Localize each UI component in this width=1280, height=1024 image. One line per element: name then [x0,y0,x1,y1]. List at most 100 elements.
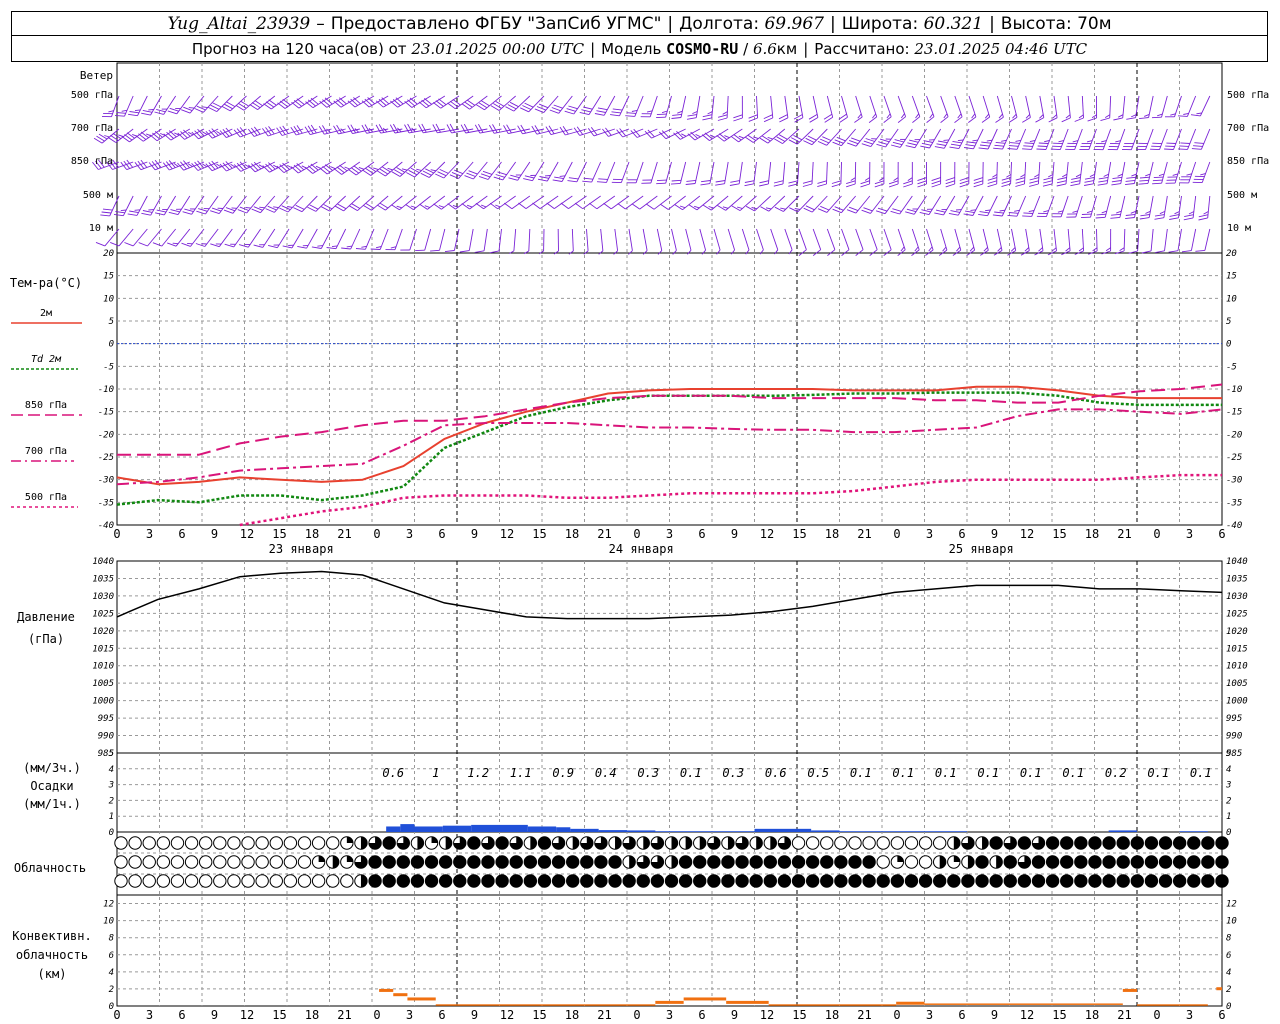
wind-barb-feather [893,177,899,181]
cloud-fill [820,874,833,888]
wind-barb-staff [982,228,989,251]
wind-barb-staff [812,95,819,118]
cloud-fill [538,836,551,850]
precip-tick-label-right: 3 [1225,781,1231,791]
cloud-cover-symbol [1031,874,1046,888]
wind-barb-feather [874,180,885,185]
wind-barb-staff [1174,95,1182,117]
x-tick-label: 21 [337,527,351,541]
wind-barb-feather [1111,180,1122,183]
cloud-cover-symbol [467,855,481,869]
cloud-circle [170,855,185,869]
wind-barb-feather [564,110,574,115]
cloud-fill [445,836,452,850]
cloud-cover-symbol [735,836,749,850]
cloud-cover-symbol [382,836,396,850]
pressure-tick-label-left: 1030 [92,592,114,602]
wind-barb-feather [963,213,973,216]
cloud-fill [989,836,1003,850]
wind-barb-staff [996,161,998,185]
wind-barb [874,161,885,188]
legend-2m-label: 2м [40,308,52,319]
wind-barb [262,161,290,173]
cloud-circle [269,874,283,888]
wind-barb-feather [660,203,669,210]
wind-barb-feather [731,205,741,211]
wind-barb [1036,195,1055,218]
x-tick-label: 9 [731,527,738,541]
wind-barb [688,195,715,211]
legend-td-label: Td 2м [31,354,62,365]
wind-barb [730,128,757,143]
wind-barb-feather [672,113,682,116]
wind-barb-staff [558,95,573,114]
wind-barb-feather [259,206,265,209]
wind-barb [223,195,247,214]
wind-barb-feather [495,174,505,178]
wind-barb [1056,161,1069,187]
cloud-fill [756,836,763,850]
wind-barb-feather [537,178,548,182]
meteogram-chart: 0.6 1 1.2 1.1 0.9 0.4 0.3 0.1 0.3 0.6 0.5 0.1 0.1 0.1… [10,62,1269,1022]
wind-barb-staff [1109,95,1112,119]
wind-barb-feather [964,147,974,150]
precip-3h-label: 0.6 [382,766,404,780]
cloud-fill [1018,874,1031,888]
wind-barb-staff [897,228,906,250]
cloud-circle [184,874,199,888]
cloud-circle [283,855,298,869]
precip-tick-label-right: 5 [1226,749,1231,759]
wind-barb-staff [797,161,800,184]
cloud-fill [862,855,876,869]
wind-barb-feather [745,205,755,212]
pressure-tick-label-left: 995 [98,714,114,724]
wind-barb-feather [468,170,478,175]
wind-barb-feather [625,115,635,117]
wind-barb [319,161,346,175]
wind-barb-feather [1193,145,1203,147]
cloud-cover-symbol [114,836,128,850]
wind-barb [1070,161,1083,187]
wind-barb-feather [1138,182,1149,185]
wind-barb-feather [466,172,476,177]
wind-barb-feather [917,180,927,185]
wind-barb-feather [765,207,772,210]
wind-barb-feather [532,202,541,209]
wind-barb [1150,128,1168,151]
cloud-fill [1102,855,1116,869]
wind-barb-staff [413,195,431,210]
cloud-cover-symbol [989,855,1003,869]
temperature-tick-label-right: 15 [1226,272,1237,282]
wind-barb [890,128,913,148]
cloud-cover-symbol [255,836,269,850]
temperature-tick-label-right: -15 [1226,408,1242,418]
wind-barb-feather [554,176,564,180]
cloud-cover-symbol [438,874,453,888]
cloud-fill [552,874,565,888]
cloud-cover-symbol [1116,874,1130,888]
cloud-fill [749,855,763,869]
wind-barb [770,228,779,255]
temperature-tick-label-left: 0 [109,340,114,350]
convective-title-2: облачность [16,948,88,962]
wind-barb-staff [1079,161,1083,184]
convective-tick-label-left: 8 [109,934,114,944]
wind-barb [249,95,276,110]
cloud-fill [967,855,975,869]
convective-tick-label-left: 2 [109,985,114,995]
cloud-fill [481,874,495,888]
wind-barb-feather [753,136,759,140]
wind-barb-feather [1139,117,1149,120]
wind-barb-feather [1084,176,1095,180]
cloud-cover-symbol [947,836,961,850]
cloud-cover-symbol [1144,874,1159,888]
date-labels: 23 января 24 января 25 января [269,542,1014,556]
wind-barb [920,128,942,149]
wind-barb-feather [358,166,365,170]
cloud-circle [142,874,156,888]
cloud-cover-symbol [1144,836,1159,850]
wind-barb-feather [973,180,983,185]
cloud-fill [566,855,579,869]
wind-barb [391,195,417,211]
wind-barb-feather [1096,213,1107,216]
